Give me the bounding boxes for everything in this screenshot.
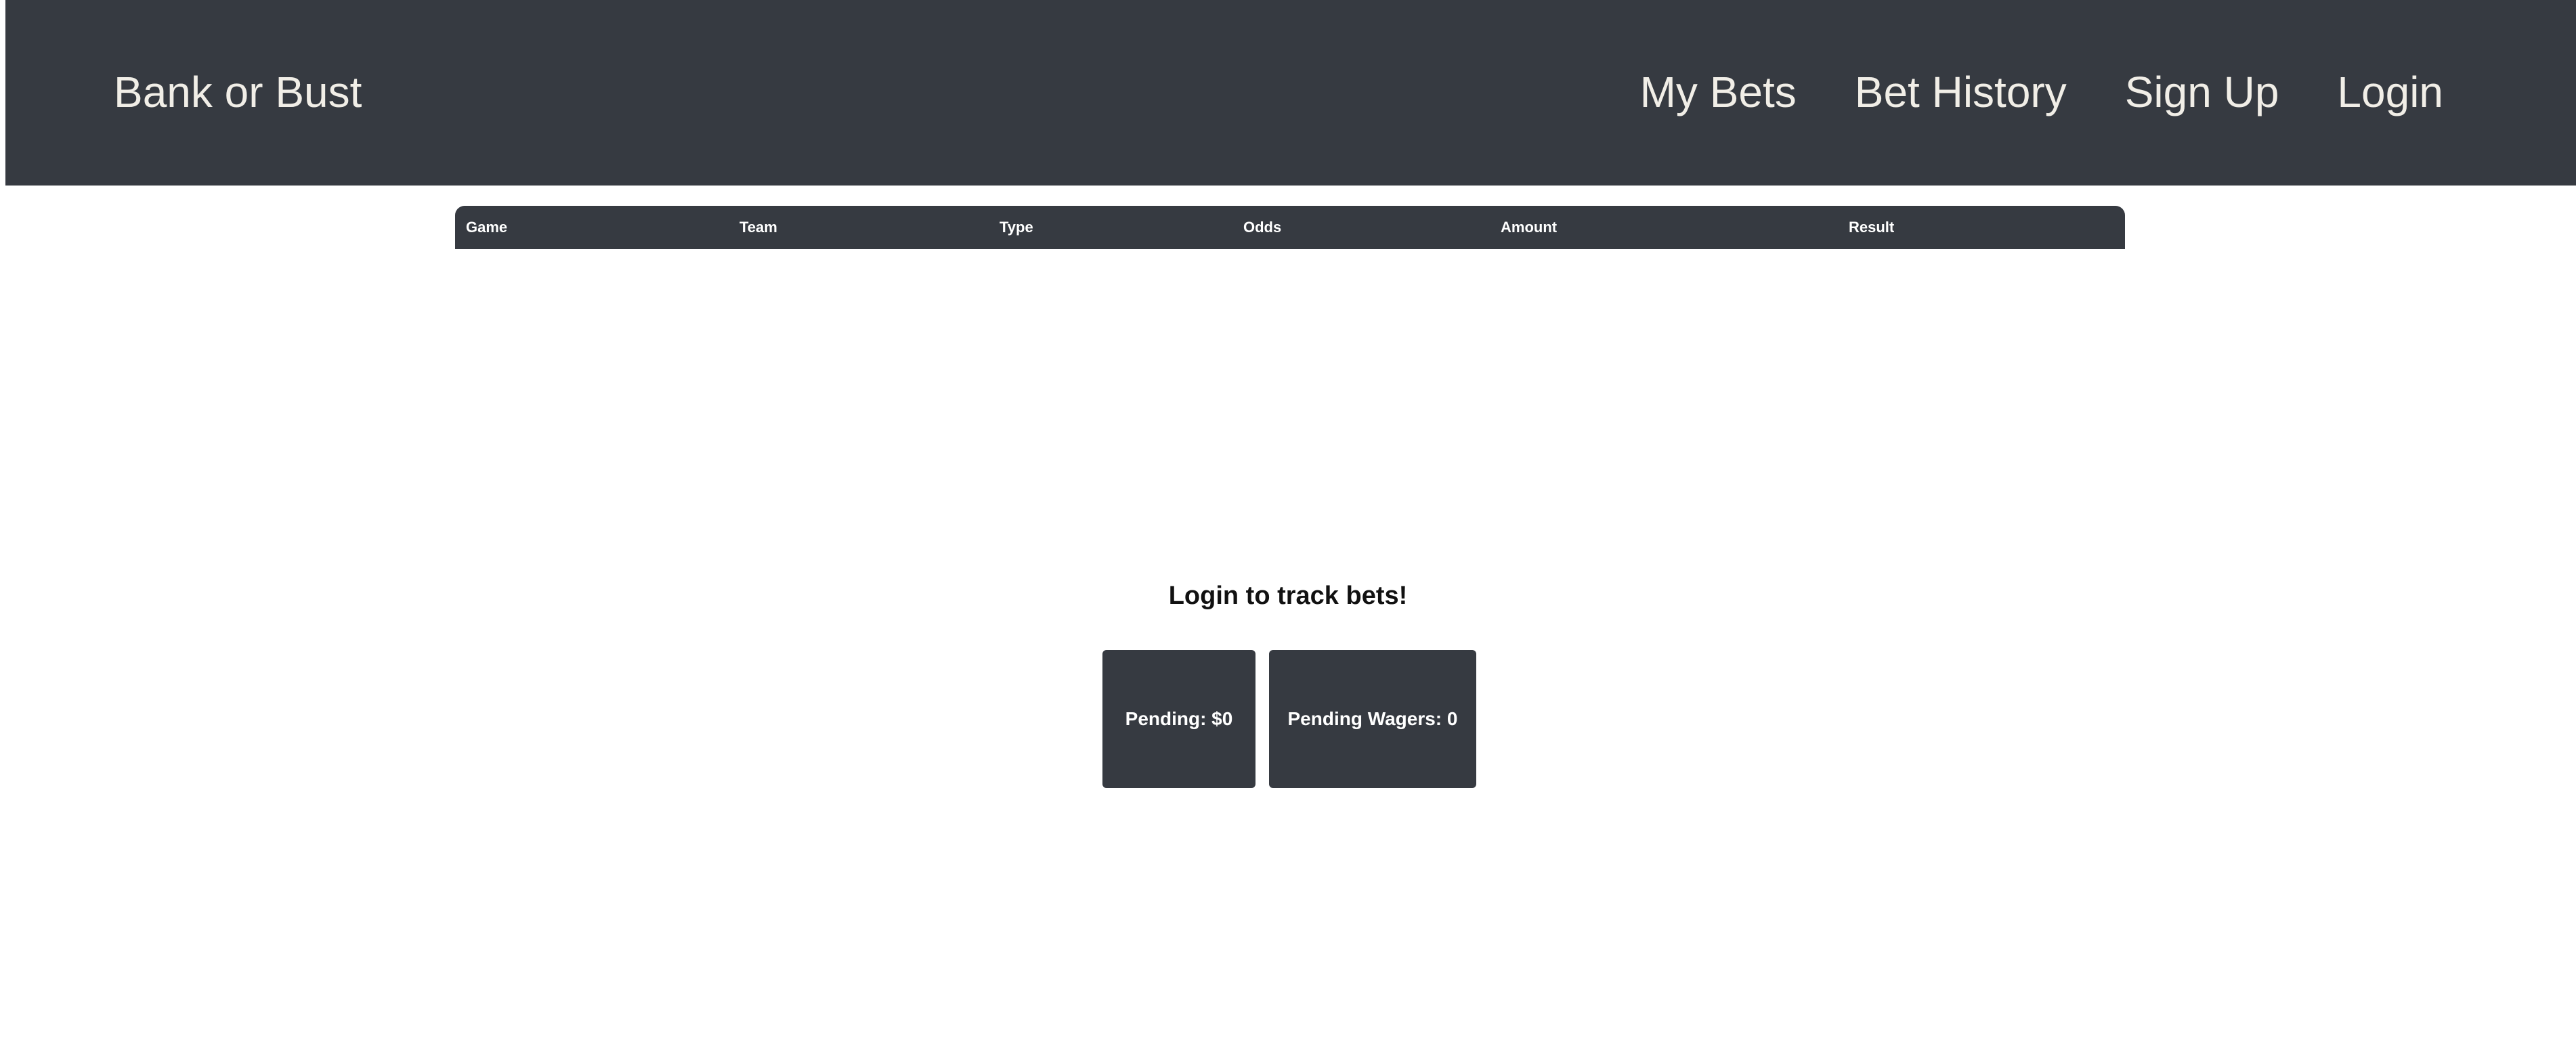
nav-login[interactable]: Login (2337, 62, 2443, 122)
brand-link[interactable]: Bank or Bust (114, 62, 362, 122)
pending-amount-card: Pending: $0 (1102, 650, 1255, 788)
bets-table-header: Game Team Type Odds Amount Result (455, 206, 2125, 249)
nav-links: My Bets Bet History Sign Up Login (1640, 62, 2443, 122)
column-odds: Odds (1243, 219, 1282, 236)
nav-sign-up[interactable]: Sign Up (2125, 62, 2279, 122)
login-message: Login to track bets! (1168, 582, 1408, 610)
bet-summary: Pending: $0 Pending Wagers: 0 (1102, 650, 1476, 788)
column-result: Result (1849, 219, 1895, 236)
bets-table: Game Team Type Odds Amount Result (455, 206, 2125, 249)
table-header-row: Game Team Type Odds Amount Result (455, 206, 2125, 249)
nav-bet-history[interactable]: Bet History (1855, 62, 2067, 122)
column-type: Type (1000, 219, 1033, 236)
nav-my-bets[interactable]: My Bets (1640, 62, 1797, 122)
column-team: Team (739, 219, 777, 236)
top-navbar: Bank or Bust My Bets Bet History Sign Up… (5, 0, 2576, 186)
page: Bank or Bust My Bets Bet History Sign Up… (0, 0, 2576, 1044)
pending-wagers-card: Pending Wagers: 0 (1269, 650, 1476, 788)
column-amount: Amount (1501, 219, 1558, 236)
column-game: Game (466, 219, 508, 236)
